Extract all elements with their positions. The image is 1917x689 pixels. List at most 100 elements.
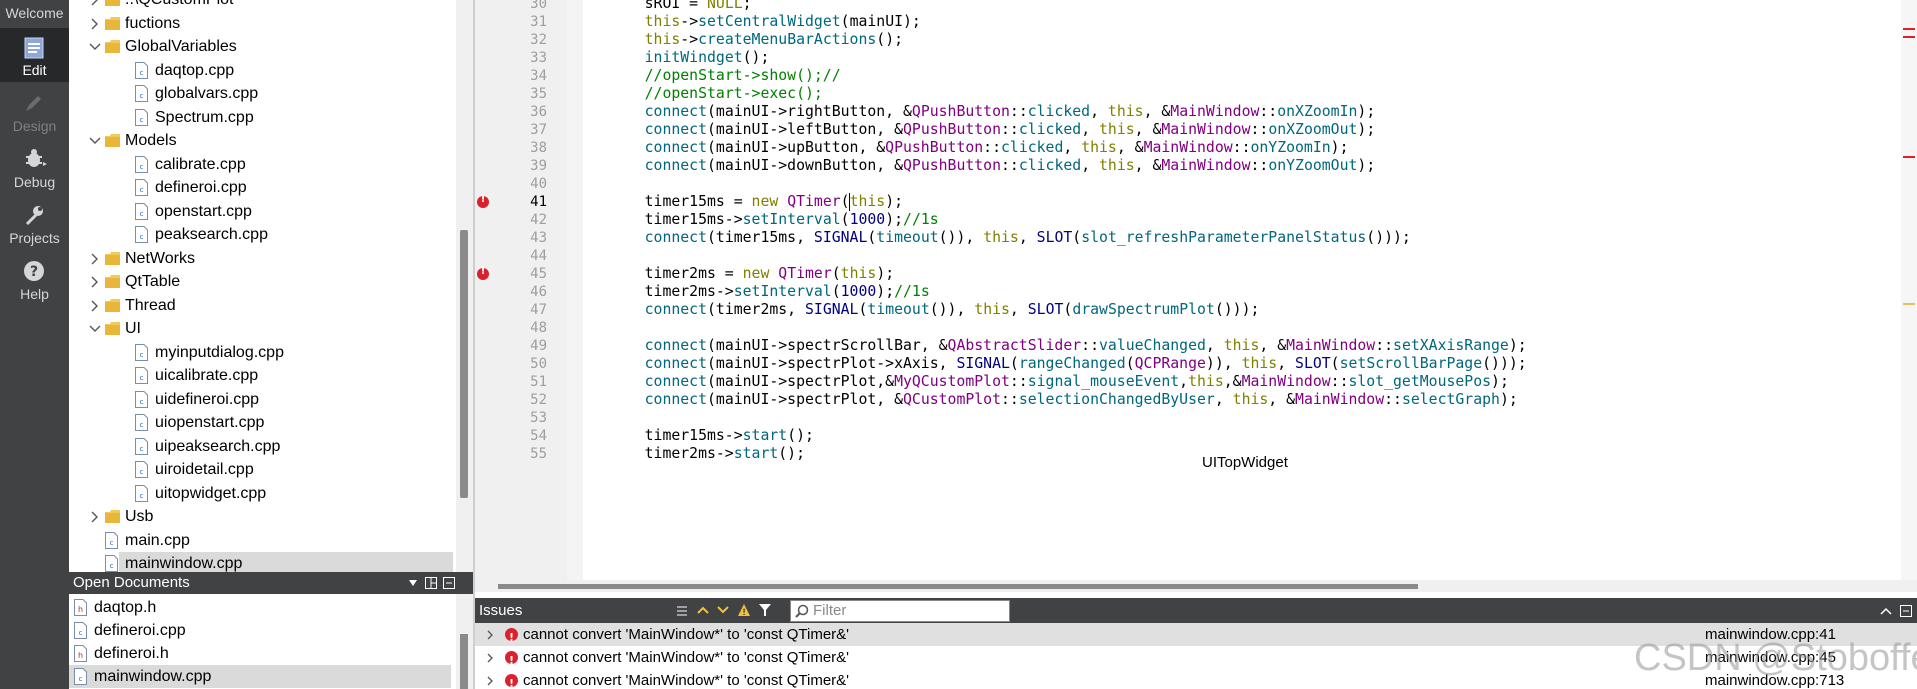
tree-folder[interactable]: NetWorks <box>69 247 453 270</box>
code-line[interactable]: timer2ms->start(); <box>609 443 805 465</box>
chevron-right-icon <box>91 253 98 264</box>
mode-help[interactable]: ? Help <box>0 252 69 306</box>
error-marker-icon[interactable] <box>477 266 489 280</box>
tree-file[interactable]: c uipeaksearch.cpp <box>69 435 453 458</box>
tree-file[interactable]: c daqtop.cpp <box>69 59 453 82</box>
open-document-item[interactable]: c mainwindow.cpp <box>69 665 451 688</box>
cpp-file-icon: c <box>74 668 87 685</box>
svg-text:c: c <box>110 539 114 547</box>
open-documents-header: Open Documents <box>69 572 473 594</box>
tree-file[interactable]: c globalvars.cpp <box>69 82 453 105</box>
tree-item-label: Thread <box>125 296 176 314</box>
cpp-file-icon: c <box>135 367 148 384</box>
tree-folder[interactable]: QtTable <box>69 270 453 293</box>
tree-file[interactable]: c main.cpp <box>69 529 453 552</box>
collapse-pane-icon[interactable] <box>1880 607 1892 615</box>
tree-item-label: Models <box>125 132 177 149</box>
scrollbar-thumb[interactable] <box>460 230 468 498</box>
open-document-item[interactable]: c defineroi.cpp <box>69 619 451 642</box>
chevron-right-icon <box>91 511 98 523</box>
warning-filter-icon[interactable]: ! <box>737 603 751 617</box>
cpp-file-icon: c <box>105 531 118 549</box>
code-line[interactable]: connect(mainUI->spectrPlot, &QCustomPlot… <box>609 389 1518 411</box>
open-documents-scrollbar[interactable] <box>456 594 473 689</box>
code-line[interactable]: connect(timer2ms, SIGNAL(timeout()), thi… <box>609 299 1260 321</box>
open-document-item[interactable]: h daqtop.h <box>69 596 451 619</box>
scrollbar-thumb[interactable] <box>460 634 468 689</box>
svg-text:c: c <box>140 421 144 429</box>
tree-item-label: main.cpp <box>125 531 190 549</box>
mode-projects[interactable]: Projects <box>0 196 69 250</box>
mode-debug[interactable]: Debug <box>0 140 69 194</box>
editor-horizontal-scrollbar[interactable] <box>475 580 1917 592</box>
open-document-label: mainwindow.cpp <box>94 668 212 685</box>
tree-file[interactable]: c defineroi.cpp <box>69 176 453 199</box>
chevron-right-icon <box>487 653 493 663</box>
tree-file[interactable]: c uicalibrate.cpp <box>69 364 453 387</box>
cpp-file-icon: c <box>135 437 148 455</box>
clear-icon[interactable] <box>675 604 689 618</box>
tree-file[interactable]: c uitopwidget.cpp <box>69 482 453 505</box>
tree-file[interactable]: c peaksearch.cpp <box>69 223 453 246</box>
tree-item-label: QtTable <box>125 273 181 290</box>
open-document-item[interactable]: h defineroi.h <box>69 642 451 665</box>
tree-folder[interactable]: Models <box>69 129 453 152</box>
scrollbar-thumb[interactable] <box>498 584 1418 589</box>
tree-item-label: ..\QCustomPlot <box>125 0 233 11</box>
tree-item-label: calibrate.cpp <box>155 155 246 173</box>
tree-file[interactable]: c uiroidetail.cpp <box>69 458 453 481</box>
tree-item-label: uitopwidget.cpp <box>155 484 267 502</box>
svg-text:c: c <box>140 351 144 359</box>
mode-edit[interactable]: Edit <box>0 28 69 82</box>
chevron-right-icon <box>487 630 493 640</box>
tree-folder[interactable]: ..\QCustomPlot <box>69 0 453 11</box>
tree-folder[interactable]: fuctions <box>69 12 453 35</box>
code-line[interactable]: connect(timer15ms, SIGNAL(timeout()), th… <box>609 227 1411 249</box>
close-pane-icon[interactable] <box>443 577 455 589</box>
tree-file[interactable]: c uiopenstart.cpp <box>69 411 453 434</box>
split-icon[interactable] <box>425 577 437 589</box>
filter-icon[interactable] <box>759 604 771 616</box>
watermark: CSDN @Stoboffe <box>1634 637 1917 679</box>
code-line[interactable]: connect(mainUI->downButton, &QPushButton… <box>609 155 1376 177</box>
tree-file[interactable]: c mainwindow.cpp <box>105 552 453 572</box>
cpp-file-icon: c <box>135 390 148 408</box>
overview-error-marker <box>1903 36 1915 38</box>
folder-icon <box>105 134 120 147</box>
tree-file[interactable]: c Spectrum.cpp <box>69 106 453 129</box>
folder-icon <box>105 0 120 6</box>
header-file-icon: h <box>74 645 87 662</box>
svg-text:c: c <box>140 186 144 194</box>
overview-error-marker <box>1903 156 1915 158</box>
tree-file[interactable]: c uidefineroi.cpp <box>69 388 453 411</box>
tree-folder[interactable]: UI <box>69 317 453 340</box>
next-item-icon[interactable] <box>717 606 729 614</box>
tree-file[interactable]: c myinputdialog.cpp <box>69 341 453 364</box>
filter-placeholder: Filter <box>813 602 847 619</box>
tree-file[interactable]: c openstart.cpp <box>69 200 453 223</box>
chevron-right-icon <box>487 676 493 686</box>
close-pane-icon[interactable] <box>1900 605 1912 617</box>
issues-title: Issues <box>479 602 523 619</box>
svg-text:c: c <box>79 629 83 637</box>
issues-filter-input[interactable]: Filter <box>790 600 1010 622</box>
tree-folder[interactable]: GlobalVariables <box>69 35 453 58</box>
project-tree-scrollbar[interactable] <box>456 0 473 572</box>
tree-folder[interactable]: Thread <box>69 294 453 317</box>
issue-message: cannot convert 'MainWindow*' to 'const Q… <box>523 649 850 666</box>
dropdown-arrow-icon[interactable] <box>409 580 417 586</box>
folder-icon <box>105 251 120 265</box>
error-marker-icon[interactable] <box>477 194 489 208</box>
cpp-file-icon: c <box>135 61 148 79</box>
tree-file[interactable]: c calibrate.cpp <box>69 153 453 176</box>
tree-item-label: UI <box>125 320 141 337</box>
tree-folder[interactable]: Usb <box>69 505 453 528</box>
code-editor[interactable]: 3031323334353637383940414243444546474849… <box>475 0 1917 592</box>
mode-welcome[interactable]: Welcome <box>0 0 69 26</box>
editor-overview-ruler[interactable] <box>1901 0 1917 580</box>
folder-icon <box>105 40 120 53</box>
previous-item-icon[interactable] <box>697 606 709 614</box>
mode-projects-label: Projects <box>9 230 60 246</box>
svg-text:c: c <box>140 492 144 500</box>
cpp-file-icon: c <box>135 202 148 220</box>
